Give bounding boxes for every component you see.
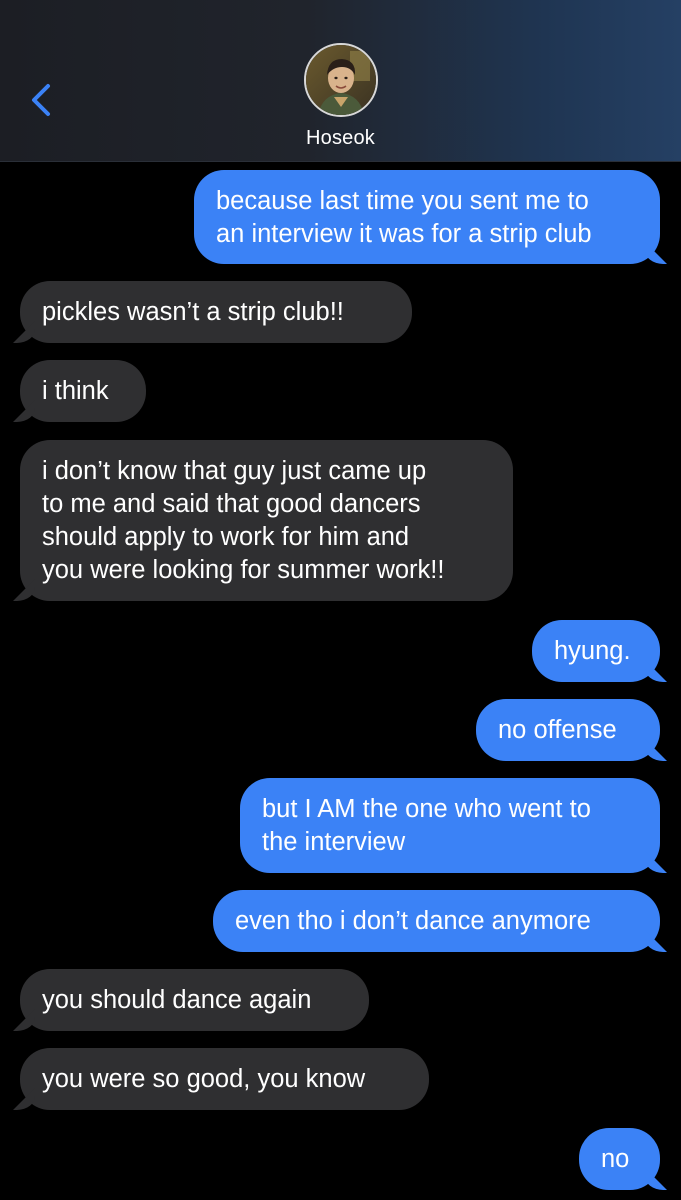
- conversation-header: Hoseok: [0, 0, 681, 162]
- message-text: the interview: [262, 828, 406, 856]
- contact-photo: [306, 45, 376, 115]
- message-bubble-sent[interactable]: no offense: [476, 699, 660, 761]
- message-text: no: [601, 1145, 630, 1173]
- message-text: because last time you sent me to: [216, 187, 589, 215]
- message-text: to me and said that good dancers: [42, 490, 421, 518]
- avatar[interactable]: [304, 43, 378, 117]
- message-text: i think: [42, 377, 109, 405]
- message-bubble-received[interactable]: i think: [20, 360, 146, 422]
- message-bubble-sent[interactable]: hyung.: [532, 620, 660, 682]
- message-text: pickles wasn’t a strip club!!: [42, 298, 344, 326]
- message-text: hyung.: [554, 637, 631, 665]
- message-text: you should dance again: [42, 986, 312, 1014]
- message-text: even tho i don’t dance anymore: [235, 907, 591, 935]
- message-bubble-received[interactable]: you should dance again: [20, 969, 369, 1031]
- message-text: you were so good, you know: [42, 1065, 366, 1093]
- message-bubble-received[interactable]: you were so good, you know: [20, 1048, 429, 1110]
- message-text: but I AM the one who went to: [262, 795, 591, 823]
- message-text: i don’t know that guy just came up: [42, 457, 427, 485]
- message-text: no offense: [498, 716, 617, 744]
- message-bubble-sent[interactable]: no: [579, 1128, 660, 1190]
- message-text: you were looking for summer work!!: [42, 556, 445, 584]
- message-bubble-received[interactable]: i don’t know that guy just came up to me…: [20, 440, 513, 601]
- message-bubble-received[interactable]: pickles wasn’t a strip club!!: [20, 281, 412, 343]
- message-text: should apply to work for him and: [42, 523, 410, 551]
- chevron-left-icon: [32, 84, 50, 116]
- message-bubble-sent[interactable]: but I AM the one who went to the intervi…: [240, 778, 660, 873]
- back-button[interactable]: [24, 78, 64, 122]
- contact-name[interactable]: Hoseok: [0, 127, 681, 150]
- message-bubble-sent[interactable]: even tho i don’t dance anymore: [213, 890, 660, 952]
- message-text: an interview it was for a strip club: [216, 220, 592, 248]
- conversation-screen: Hoseok because last time you sent me to …: [0, 0, 681, 1200]
- message-bubble-sent[interactable]: because last time you sent me to an inte…: [194, 170, 660, 264]
